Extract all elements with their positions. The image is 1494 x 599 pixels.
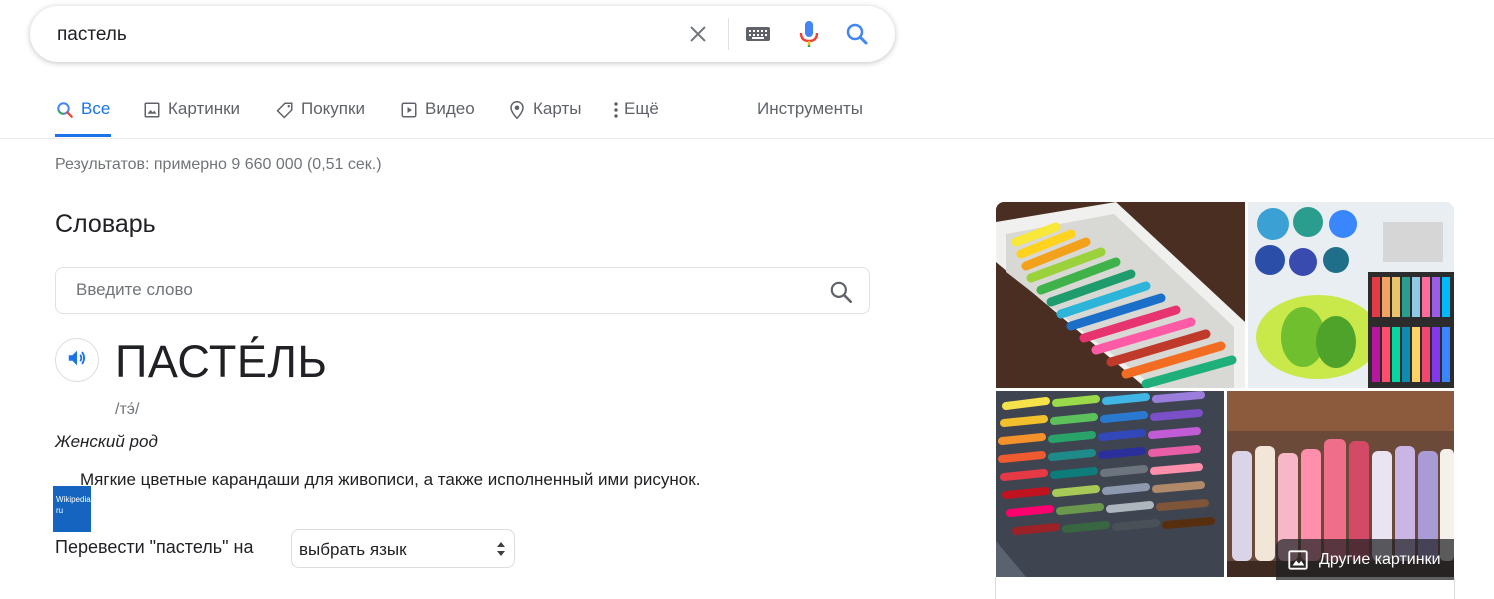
dictionary-title: Словарь	[55, 210, 156, 238]
tab-images[interactable]: Картинки	[142, 99, 240, 137]
pastel-box-image	[996, 202, 1245, 388]
tab-label: Ещё	[624, 99, 659, 118]
definition: Мягкие цветные карандаши для живописи, а…	[80, 470, 701, 489]
speaker-icon	[66, 347, 88, 374]
search-input[interactable]: пастель	[57, 24, 127, 46]
tab-shopping[interactable]: Покупки	[275, 99, 365, 137]
phonetic: /тэ́/	[115, 401, 140, 418]
images-panel-border	[995, 577, 1455, 599]
search-icon	[55, 100, 75, 120]
image-thumbnail[interactable]	[996, 202, 1245, 388]
tab-label: Карты	[533, 99, 582, 118]
keyboard-icon[interactable]	[742, 18, 774, 50]
extension-badge[interactable]: Wikipedia ru	[53, 486, 91, 532]
search-icon[interactable]	[841, 18, 873, 50]
image-icon	[142, 100, 162, 120]
pronunciation-button[interactable]	[55, 338, 99, 382]
pastel-drawing-image	[1248, 202, 1454, 388]
tab-label: Покупки	[301, 99, 365, 118]
microphone-icon[interactable]	[793, 18, 825, 50]
tab-label: Видео	[425, 99, 475, 118]
tab-maps[interactable]: Карты	[507, 99, 581, 137]
dictionary-search-box	[55, 267, 870, 314]
tools-label: Инструменты	[757, 99, 864, 118]
more-images-label: Другие картинки	[1319, 550, 1441, 568]
select-arrows-icon	[497, 542, 505, 556]
search-icon[interactable]	[828, 279, 854, 305]
tools-button[interactable]: Инструменты	[757, 99, 863, 137]
tag-icon	[275, 100, 295, 120]
tab-more[interactable]: Ещё	[612, 99, 659, 137]
result-stats: Результатов: примерно 9 660 000 (0,51 се…	[55, 156, 382, 173]
part-of-speech: Женский род	[55, 432, 158, 451]
more-images-button[interactable]: Другие картинки	[1276, 539, 1454, 580]
pastel-sticks-image	[996, 391, 1224, 577]
search-bar[interactable]: пастель	[30, 6, 895, 62]
tab-label: Картинки	[168, 99, 241, 118]
tab-all[interactable]: Все	[55, 99, 110, 137]
translate-label: Перевести "пастель" на	[55, 537, 254, 557]
active-tab-indicator	[55, 134, 111, 137]
search-divider	[728, 18, 729, 50]
video-icon	[399, 100, 419, 120]
tab-label: Все	[81, 99, 111, 118]
more-icon	[612, 100, 620, 120]
tabs-divider	[0, 138, 1494, 139]
language-select-value: выбрать язык	[299, 540, 407, 559]
language-select[interactable]: выбрать язык	[291, 529, 515, 568]
image-thumbnail[interactable]	[1248, 202, 1454, 388]
dictionary-input[interactable]	[74, 279, 798, 301]
tab-video[interactable]: Видео	[399, 99, 475, 137]
map-pin-icon	[507, 100, 527, 120]
image-thumbnail[interactable]	[996, 391, 1224, 577]
close-icon[interactable]	[682, 18, 714, 50]
headword: ПАСТЕ́ЛЬ	[115, 336, 328, 387]
image-icon	[1287, 549, 1309, 571]
